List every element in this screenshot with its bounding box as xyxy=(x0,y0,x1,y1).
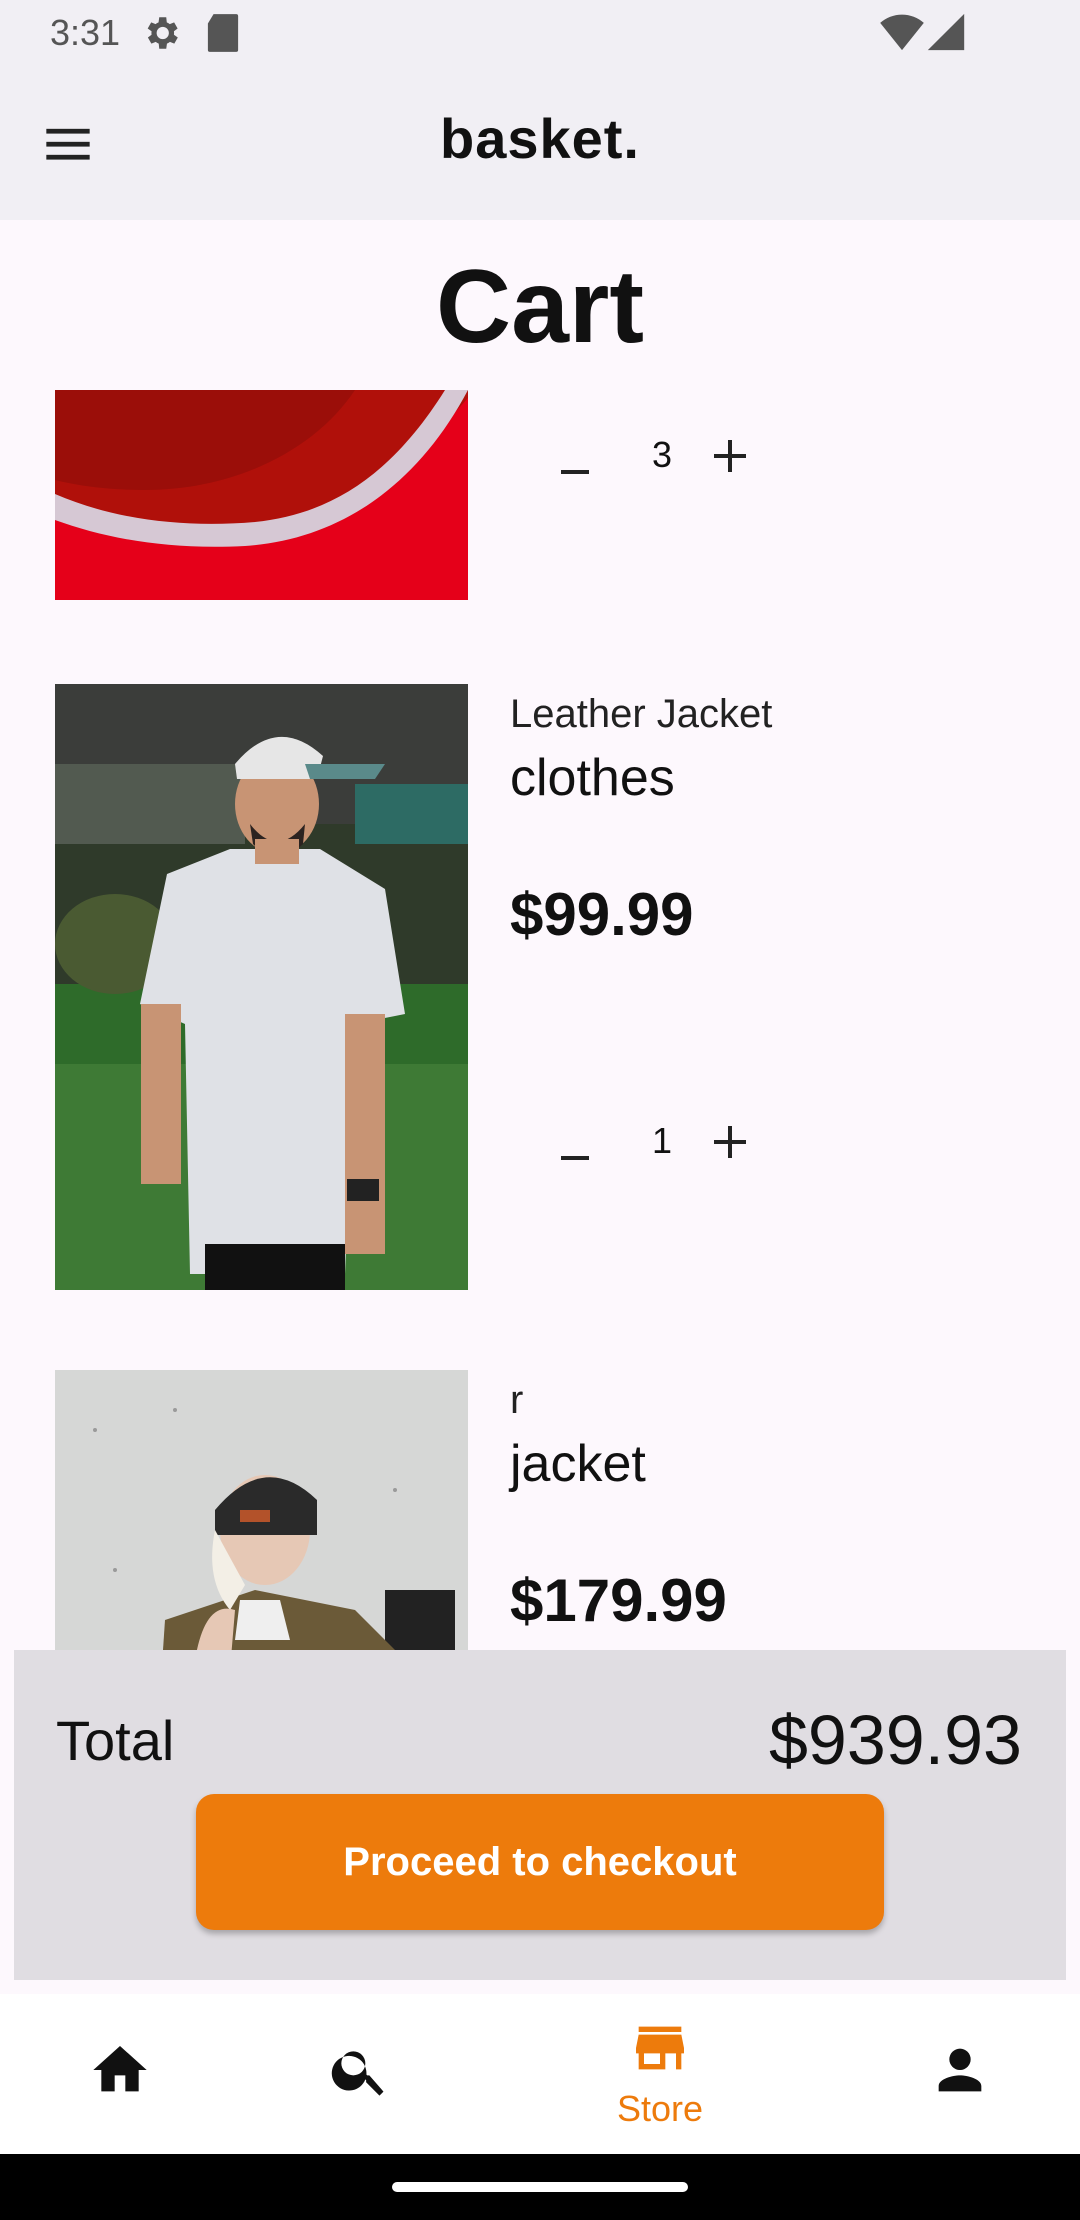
proceed-to-checkout-button[interactable]: Proceed to checkout xyxy=(196,1794,884,1930)
decrease-quantity-button[interactable] xyxy=(555,1126,595,1166)
brand-logo: basket. xyxy=(440,107,640,170)
store-icon xyxy=(628,2016,692,2085)
nav-search[interactable] xyxy=(300,1994,420,2154)
cart-item: Leather Jacket clothes $99.99 1 xyxy=(0,684,1080,1290)
product-name: Leather Jacket xyxy=(510,692,773,736)
cart-summary-panel: Total $939.93 Proceed to checkout xyxy=(14,1650,1066,1980)
nav-home[interactable] xyxy=(60,1994,180,2154)
person-icon xyxy=(928,2038,992,2107)
cell-signal-icon xyxy=(926,12,966,57)
cart-item: r jacket $179.99 xyxy=(0,1370,1080,1650)
home-icon xyxy=(88,2038,152,2107)
page-title: Cart xyxy=(435,249,645,365)
status-bar: 3:31 xyxy=(0,0,1080,68)
quantity-value: 3 xyxy=(651,434,673,475)
product-image-red-sneaker[interactable] xyxy=(55,390,468,600)
product-category: jacket xyxy=(510,1435,646,1493)
nav-profile[interactable] xyxy=(900,1994,1020,2154)
sd-card-icon xyxy=(206,12,240,59)
search-icon xyxy=(328,2038,392,2107)
nav-store[interactable] xyxy=(595,1994,725,2154)
product-image-man-tshirt[interactable] xyxy=(55,684,468,1290)
total-label: Total xyxy=(56,1709,175,1772)
wifi-icon xyxy=(880,12,924,57)
system-gesture-bar xyxy=(0,2154,1080,2220)
app-bar: basket. xyxy=(0,68,1080,220)
product-image-woman-jacket[interactable] xyxy=(55,1370,468,1650)
settings-gear-icon xyxy=(140,12,182,59)
increase-quantity-button[interactable] xyxy=(708,1120,752,1164)
increase-quantity-button[interactable] xyxy=(708,434,752,478)
home-gesture-handle[interactable] xyxy=(392,2182,688,2192)
product-price: $99.99 xyxy=(510,881,694,948)
product-price: $179.99 xyxy=(510,1567,727,1634)
nav-store-label: Store xyxy=(616,2088,704,2129)
product-name: r xyxy=(510,1378,524,1422)
total-value: $939.93 xyxy=(768,1701,1022,1779)
product-category: clothes xyxy=(510,749,675,807)
quantity-value: 1 xyxy=(651,1120,673,1161)
status-time: 3:31 xyxy=(50,12,121,53)
bottom-navigation: Store xyxy=(0,1994,1080,2154)
cart-list[interactable]: 3 Leather Jacket clothes $99.99 1 r jack… xyxy=(0,390,1080,1650)
decrease-quantity-button[interactable] xyxy=(555,440,595,480)
cart-item: 3 xyxy=(0,390,1080,600)
